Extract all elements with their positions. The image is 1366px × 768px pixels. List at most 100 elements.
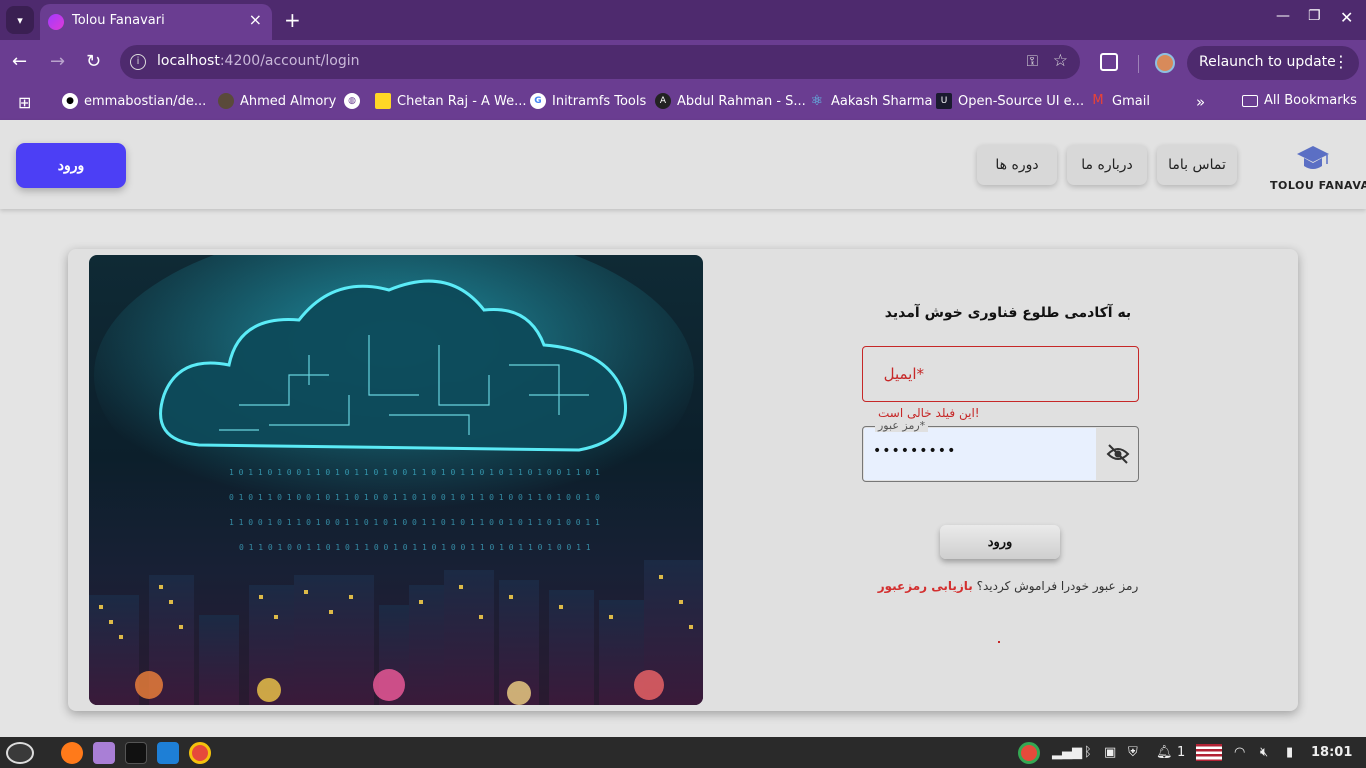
gmail-icon: M xyxy=(1092,93,1104,108)
tab-bar: ▾ Tolou Fanavari × + — ❐ ✕ xyxy=(0,0,1366,40)
email-field[interactable]: ایمیل* xyxy=(862,346,1139,402)
all-bookmarks-button[interactable]: All Bookmarks xyxy=(1242,93,1357,108)
clipboard-icon[interactable]: ▣ xyxy=(1104,745,1116,760)
logo-text: TOLOU FANAVARI xyxy=(1270,179,1366,192)
firefox-icon[interactable] xyxy=(61,742,83,764)
chrome-tray-icon[interactable] xyxy=(1018,742,1040,764)
bookmark-item[interactable]: ⚛ Aakash Sharma xyxy=(809,93,933,109)
url-path: :4200/account/login xyxy=(219,53,360,69)
profile-avatar[interactable] xyxy=(1155,53,1175,73)
eye-off-icon[interactable] xyxy=(1106,443,1130,465)
google-icon: G xyxy=(530,93,546,109)
svg-text:1 0 1 1 0 1 0 0 1 1 0 1 0 1 1: 1 0 1 1 0 1 0 0 1 1 0 1 0 1 1 0 1 0 0 1 … xyxy=(229,468,600,477)
apps-grid-icon[interactable]: ⊞ xyxy=(18,93,31,112)
hero-image: 1 0 1 1 0 1 0 0 1 1 0 1 0 1 1 0 1 0 0 1 … xyxy=(89,255,703,705)
bookmark-item[interactable]: M Gmail xyxy=(1090,93,1150,109)
battery-icon[interactable]: ▮ xyxy=(1286,745,1293,760)
email-error-message: این فیلد خالی است! xyxy=(878,406,980,420)
close-window-icon[interactable]: ✕ xyxy=(1340,8,1353,27)
bookmark-label: Aakash Sharma xyxy=(831,93,933,109)
password-label: رمز عبور* xyxy=(875,419,929,432)
browser-toolbar: ← → ↻ i localhost:4200/account/login ⚿ ☆… xyxy=(0,40,1366,86)
url-text[interactable]: localhost:4200/account/login xyxy=(157,53,360,69)
keyboard-layout-flag-icon[interactable] xyxy=(1196,744,1222,761)
bookmark-label: emmabostian/de... xyxy=(84,93,207,109)
bookmarks-bar: ⊞ ● emmabostian/de... Ahmed Almory ◍ Chet… xyxy=(0,86,1366,120)
wifi-icon[interactable]: ◠ xyxy=(1234,745,1245,760)
more-bookmarks-icon[interactable]: » xyxy=(1196,93,1205,111)
site-logo[interactable]: TOLOU FANAVARI xyxy=(1268,142,1366,192)
new-tab-icon[interactable]: + xyxy=(284,8,301,32)
start-menu-icon[interactable] xyxy=(6,742,34,764)
bookmark-label: Chetan Raj - A We... xyxy=(397,93,527,109)
graduation-cap-icon xyxy=(1297,146,1329,169)
reload-icon[interactable]: ↻ xyxy=(86,51,101,72)
bookmark-item[interactable]: ● emmabostian/de... xyxy=(62,93,206,109)
folder-icon xyxy=(1242,94,1258,107)
bookmark-item[interactable]: A Abdul Rahman - S... xyxy=(655,93,806,109)
header-login-button[interactable]: ورود xyxy=(16,143,126,188)
clock: 18:01 xyxy=(1311,745,1353,760)
relaunch-label: Relaunch to update xyxy=(1199,54,1336,70)
relaunch-button[interactable]: Relaunch to update ⋮ xyxy=(1187,46,1359,80)
back-icon[interactable]: ← xyxy=(12,51,27,72)
bookmark-item[interactable]: ◍ xyxy=(344,93,360,109)
react-icon: ⚛ xyxy=(810,93,824,109)
forgot-password-text: رمز عبور خودرا فراموش کردید؟ xyxy=(976,579,1139,593)
svg-text:0 1 1 0 1 0 0 1 1 0 1 0 1 1 0: 0 1 1 0 1 0 0 1 1 0 1 0 1 1 0 0 1 0 1 1 … xyxy=(239,543,591,552)
notification-icon[interactable]: 🔔︎ xyxy=(1156,745,1173,760)
forward-icon[interactable]: → xyxy=(50,51,65,72)
bookmark-label: Gmail xyxy=(1112,93,1150,109)
address-bar[interactable]: i localhost:4200/account/login ⚿ ☆ xyxy=(120,45,1080,79)
os-taskbar: ▂▄▆ ᛒ ▣ ⛨ 🔔︎ 1 ◠ 🔇︎ ▮ 18:01 xyxy=(0,737,1366,768)
submit-login-button[interactable]: ورود xyxy=(940,525,1060,559)
bookmark-item[interactable]: G Initramfs Tools xyxy=(530,93,646,109)
bookmark-label: Abdul Rahman - S... xyxy=(677,93,806,109)
welcome-heading: به آکادمی طلوع فناوری خوش آمدید xyxy=(884,305,1132,321)
site-favicon-icon xyxy=(48,14,64,30)
globe-icon: ◍ xyxy=(344,93,360,109)
bookmark-star-icon[interactable]: ☆ xyxy=(1053,51,1068,71)
network-stats-icon[interactable]: ▂▄▆ xyxy=(1052,745,1082,760)
shield-icon[interactable]: ⛨ xyxy=(1128,745,1138,760)
extensions-icon[interactable] xyxy=(1100,53,1118,71)
site-info-icon[interactable]: i xyxy=(130,54,146,70)
password-key-icon[interactable]: ⚿ xyxy=(1027,52,1038,70)
volume-muted-icon[interactable]: 🔇︎ xyxy=(1260,745,1268,760)
close-tab-icon[interactable]: × xyxy=(249,10,262,29)
letter-a-icon: A xyxy=(655,93,671,109)
url-host: localhost xyxy=(157,53,220,69)
email-placeholder: ایمیل* xyxy=(883,365,924,383)
person-avatar-icon xyxy=(218,93,234,109)
bookmark-item[interactable]: U Open-Source UI e... xyxy=(936,93,1084,109)
bookmark-item[interactable]: Ahmed Almory xyxy=(218,93,336,109)
svg-text:0 1 0 1 1 0 1 0 0 1 0 1 1 0 1: 0 1 0 1 1 0 1 0 0 1 0 1 1 0 1 0 0 1 1 0 … xyxy=(229,493,600,502)
password-value: ••••••••• xyxy=(873,443,957,459)
minimize-icon[interactable]: — xyxy=(1276,8,1290,24)
bookmark-item[interactable]: Chetan Raj - A We... xyxy=(375,93,527,109)
password-field[interactable]: رمز عبور* ••••••••• xyxy=(862,419,1139,482)
restore-icon[interactable]: ❐ xyxy=(1308,8,1321,24)
tab-title: Tolou Fanavari xyxy=(72,13,165,28)
browser-tab[interactable]: Tolou Fanavari × xyxy=(40,4,272,40)
menu-dots-icon[interactable]: ⋮ xyxy=(1333,52,1349,71)
nav-courses[interactable]: دوره ها xyxy=(977,145,1057,185)
decorative-dot xyxy=(998,641,1000,643)
yellow-square-icon xyxy=(375,93,391,109)
nav-contact[interactable]: تماس باما xyxy=(1157,145,1237,185)
bookmark-label: Open-Source UI e... xyxy=(958,93,1085,109)
cloud-city-illustration: 1 0 1 1 0 1 0 0 1 1 0 1 0 1 1 0 1 0 0 1 … xyxy=(89,255,703,705)
files-icon[interactable] xyxy=(93,742,115,764)
reset-password-link[interactable]: بازیابی رمزعبور xyxy=(878,579,973,593)
nav-about[interactable]: درباره ما xyxy=(1067,145,1147,185)
terminal-icon[interactable] xyxy=(125,742,147,764)
chrome-icon[interactable] xyxy=(189,742,211,764)
tab-search-button[interactable]: ▾ xyxy=(6,6,34,34)
vscode-icon[interactable] xyxy=(157,742,179,764)
all-bookmarks-label: All Bookmarks xyxy=(1264,93,1357,108)
toolbar-divider xyxy=(1138,55,1139,73)
login-card: 1 0 1 1 0 1 0 0 1 1 0 1 0 1 1 0 1 0 0 1 … xyxy=(68,249,1298,711)
notification-count: 1 xyxy=(1177,745,1186,760)
bluetooth-icon[interactable]: ᛒ xyxy=(1084,745,1092,760)
svg-text:1 1 0 0 1 0 1 1 0 1 0 0 1 1 0: 1 1 0 0 1 0 1 1 0 1 0 0 1 1 0 1 0 1 0 0 … xyxy=(229,518,600,527)
